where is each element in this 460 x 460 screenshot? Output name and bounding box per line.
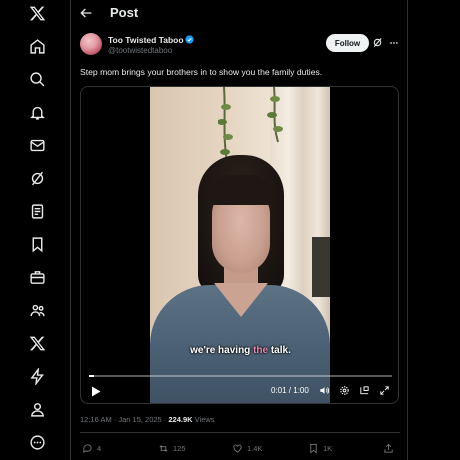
caption-highlight: the xyxy=(253,345,269,356)
like-count: 1.4K xyxy=(247,443,263,453)
fullscreen-icon[interactable] xyxy=(379,385,390,396)
premium-icon[interactable] xyxy=(24,330,50,356)
person-bangs xyxy=(208,175,274,205)
video-player[interactable]: we're having the talk. 0:01 / 1:00 xyxy=(80,86,399,404)
bookmark-button[interactable]: 1K xyxy=(308,442,332,454)
reply-count: 4 xyxy=(97,443,102,453)
video-progress-fill xyxy=(89,375,95,377)
caption-pre: we're having xyxy=(190,345,254,356)
grok-icon[interactable] xyxy=(24,165,50,191)
bookmarks-icon[interactable] xyxy=(24,231,50,257)
shelf xyxy=(312,237,330,297)
repost-count: 125 xyxy=(173,443,186,453)
video-caption: we're having the talk. xyxy=(81,345,398,356)
divider xyxy=(80,432,400,433)
more-options-icon[interactable] xyxy=(24,429,50,455)
bookmark-count: 1K xyxy=(323,443,333,453)
avatar[interactable] xyxy=(80,33,102,55)
notifications-icon[interactable] xyxy=(24,99,50,125)
search-icon[interactable] xyxy=(24,66,50,92)
author-name[interactable]: Too Twisted Taboo xyxy=(108,35,184,45)
video-time: 0:01 / 1:00 xyxy=(271,386,309,395)
follow-button[interactable]: Follow xyxy=(326,34,369,52)
post-text: Step mom brings your brothers in to show… xyxy=(80,67,323,77)
like-button[interactable]: 1.4K xyxy=(232,442,262,454)
reply-button[interactable]: 4 xyxy=(82,442,101,454)
more-horizontal-icon[interactable] xyxy=(389,38,399,48)
repost-button[interactable]: 125 xyxy=(158,442,186,454)
post-detail-column: Post Too Twisted Taboo @tootwistedtaboo … xyxy=(72,0,408,460)
messages-icon[interactable] xyxy=(24,132,50,158)
communities-icon[interactable] xyxy=(24,297,50,323)
jobs-icon[interactable] xyxy=(24,264,50,290)
post-date[interactable]: 12:16 AM · Jan 15, 2025 · xyxy=(80,415,168,424)
views-label: Views xyxy=(192,415,215,424)
x-logo-icon[interactable] xyxy=(24,0,50,26)
video-frame xyxy=(150,87,330,403)
share-icon xyxy=(384,443,393,453)
lists-icon[interactable] xyxy=(24,198,50,224)
verified-orgs-icon[interactable] xyxy=(24,363,50,389)
page-title: Post xyxy=(110,5,139,20)
post-header: Post xyxy=(72,0,408,26)
repost-icon xyxy=(159,444,168,452)
author-handle[interactable]: @tootwistedtaboo xyxy=(108,46,172,55)
reply-icon xyxy=(83,443,92,453)
caption-post: talk. xyxy=(268,345,291,356)
verified-badge-icon xyxy=(185,35,194,44)
back-arrow-icon[interactable] xyxy=(78,5,94,21)
picture-in-picture-icon[interactable] xyxy=(359,385,370,396)
grok-icon[interactable] xyxy=(372,37,383,48)
heart-icon xyxy=(233,444,242,453)
play-icon[interactable] xyxy=(91,386,101,397)
profile-icon[interactable] xyxy=(24,396,50,422)
volume-icon[interactable] xyxy=(319,385,330,396)
share-button[interactable] xyxy=(383,442,394,454)
post-timestamp: 12:16 AM · Jan 15, 2025 · 224.9K Views xyxy=(80,415,215,424)
settings-gear-icon[interactable] xyxy=(339,385,350,396)
left-nav xyxy=(0,0,71,460)
video-progress-bar[interactable] xyxy=(89,375,392,377)
bookmark-icon xyxy=(310,443,317,454)
home-icon[interactable] xyxy=(24,33,50,59)
views-count: 224.9K xyxy=(168,415,193,424)
